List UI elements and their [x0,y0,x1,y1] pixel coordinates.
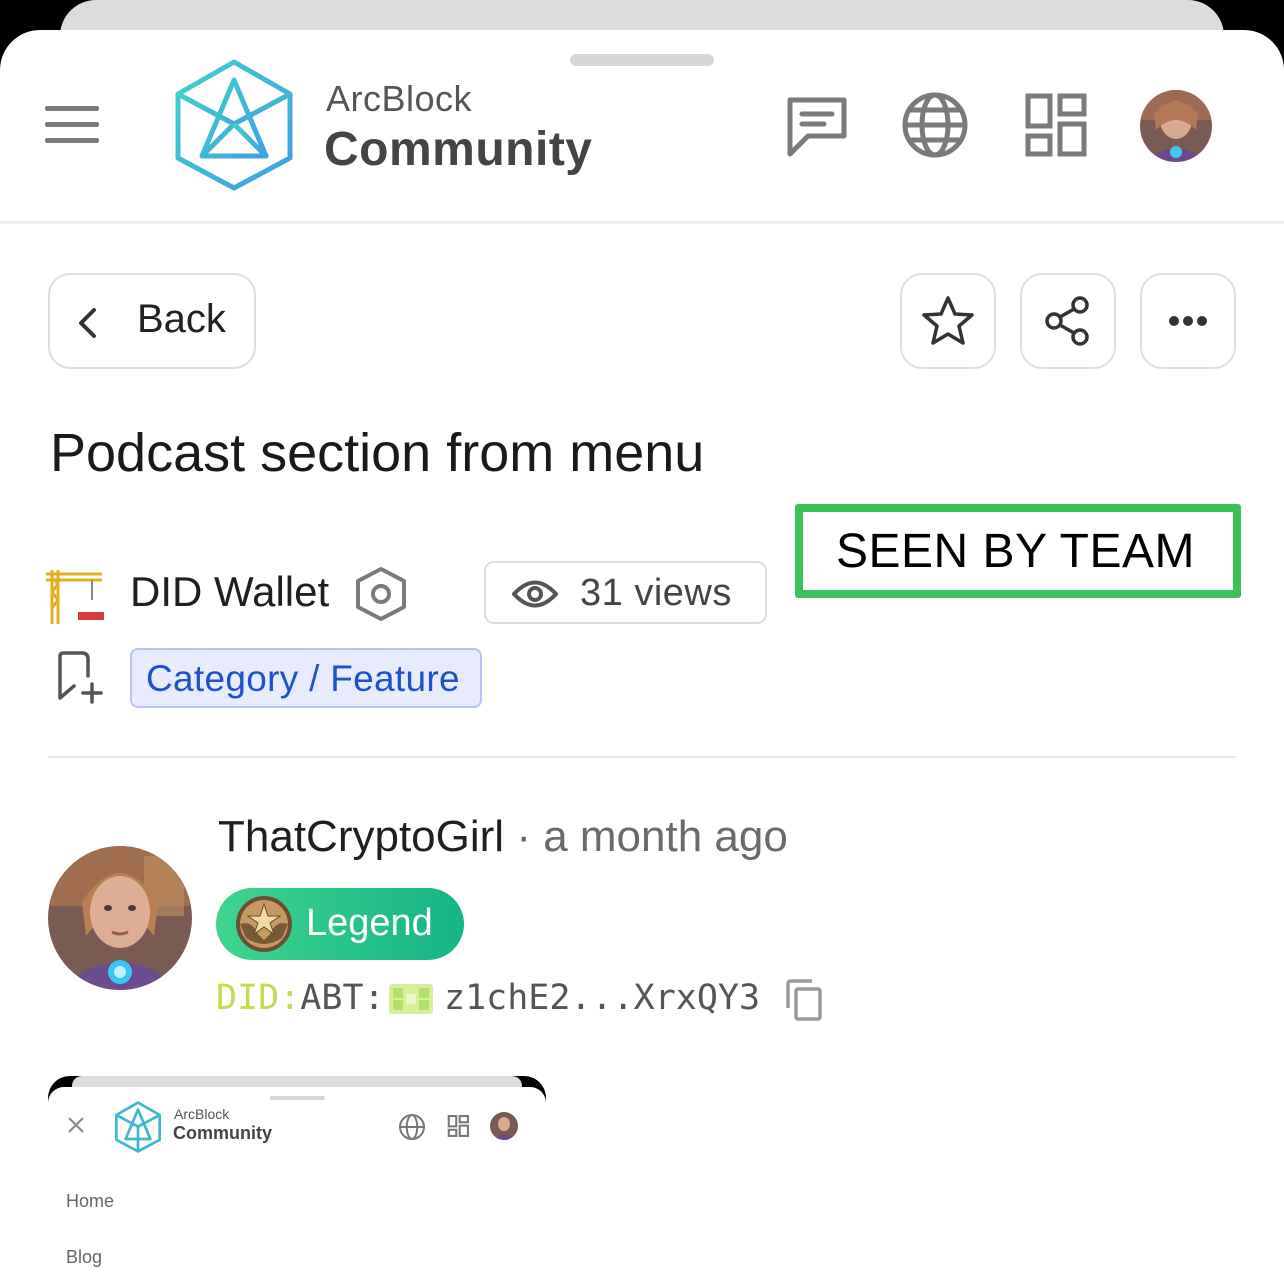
embedded-screenshot[interactable]: ArcBlock Community Home Blog [48,1076,546,1288]
add-tag-icon[interactable] [52,650,106,704]
arcblock-logo-icon[interactable] [172,58,296,192]
thumb-nav-blog: Blog [66,1247,103,1267]
construction-crane-icon [46,570,104,624]
header-divider [0,221,1284,224]
thumb-arcblock-logo-icon [114,1101,162,1153]
back-label: Back [137,297,226,341]
thumb-apps-grid-icon [447,1115,469,1137]
post-timestamp: a month ago [543,812,788,861]
views-counter: 31 views [484,561,767,624]
views-label: 31 views [580,572,732,614]
eye-icon [512,580,558,608]
globe-icon[interactable] [900,90,970,160]
medal-icon [236,896,292,952]
thumb-nav-home: Home [66,1191,115,1211]
did-address: DID:ABT: z1chE2...XrxQY3 [216,978,760,1018]
more-icon [1169,316,1207,326]
settings-hex-icon[interactable] [354,566,408,622]
thumb-logo-text-top: ArcBlock [174,1106,230,1122]
thumb-logo-text-bottom: Community [173,1123,272,1143]
author-separator: · [516,812,531,861]
badge-label: Legend [306,902,433,944]
favorite-button[interactable] [900,273,996,369]
thumb-drag-handle [270,1096,325,1100]
thumb-sheet: ArcBlock Community Home Blog [48,1087,546,1288]
board-name[interactable]: DID Wallet [130,568,329,616]
more-options-button[interactable] [1140,273,1236,369]
back-button[interactable]: Back [48,273,256,369]
category-tag[interactable]: Category / Feature [130,648,482,708]
app-sheet: ArcBlock Community Back Podcast section … [0,30,1284,1288]
legend-badge: Legend [216,888,464,960]
author-line: ThatCryptoGirl · a month ago [218,812,788,862]
chevron-left-icon [79,308,96,338]
seen-by-team-annotation: SEEN BY TEAM [795,504,1241,598]
logo-text-bottom: Community [324,123,593,176]
hamburger-menu-icon[interactable] [45,106,99,144]
star-icon [922,296,974,345]
did-value: z1chE2...XrxQY3 [444,978,761,1018]
author-name[interactable]: ThatCryptoGirl [218,812,504,861]
did-abt: ABT: [300,978,385,1018]
post-title: Podcast section from menu [50,423,705,483]
user-avatar[interactable] [1140,90,1212,162]
author-avatar[interactable] [48,846,192,990]
share-button[interactable] [1020,273,1116,369]
category-label: Category / Feature [146,658,460,699]
close-icon [68,1117,84,1133]
share-icon [1045,296,1089,346]
seen-by-team-label: SEEN BY TEAM [836,525,1196,578]
thumb-user-avatar [490,1112,518,1140]
did-avatar-icon [389,984,433,1014]
chat-icon[interactable] [782,90,852,160]
section-divider [48,756,1236,758]
did-prefix: DID: [216,978,301,1018]
drag-handle[interactable] [570,54,714,66]
logo-text-top: ArcBlock [326,78,473,119]
thumb-globe-icon [399,1114,425,1140]
copy-icon[interactable] [784,978,824,1022]
apps-grid-icon[interactable] [1020,90,1090,160]
